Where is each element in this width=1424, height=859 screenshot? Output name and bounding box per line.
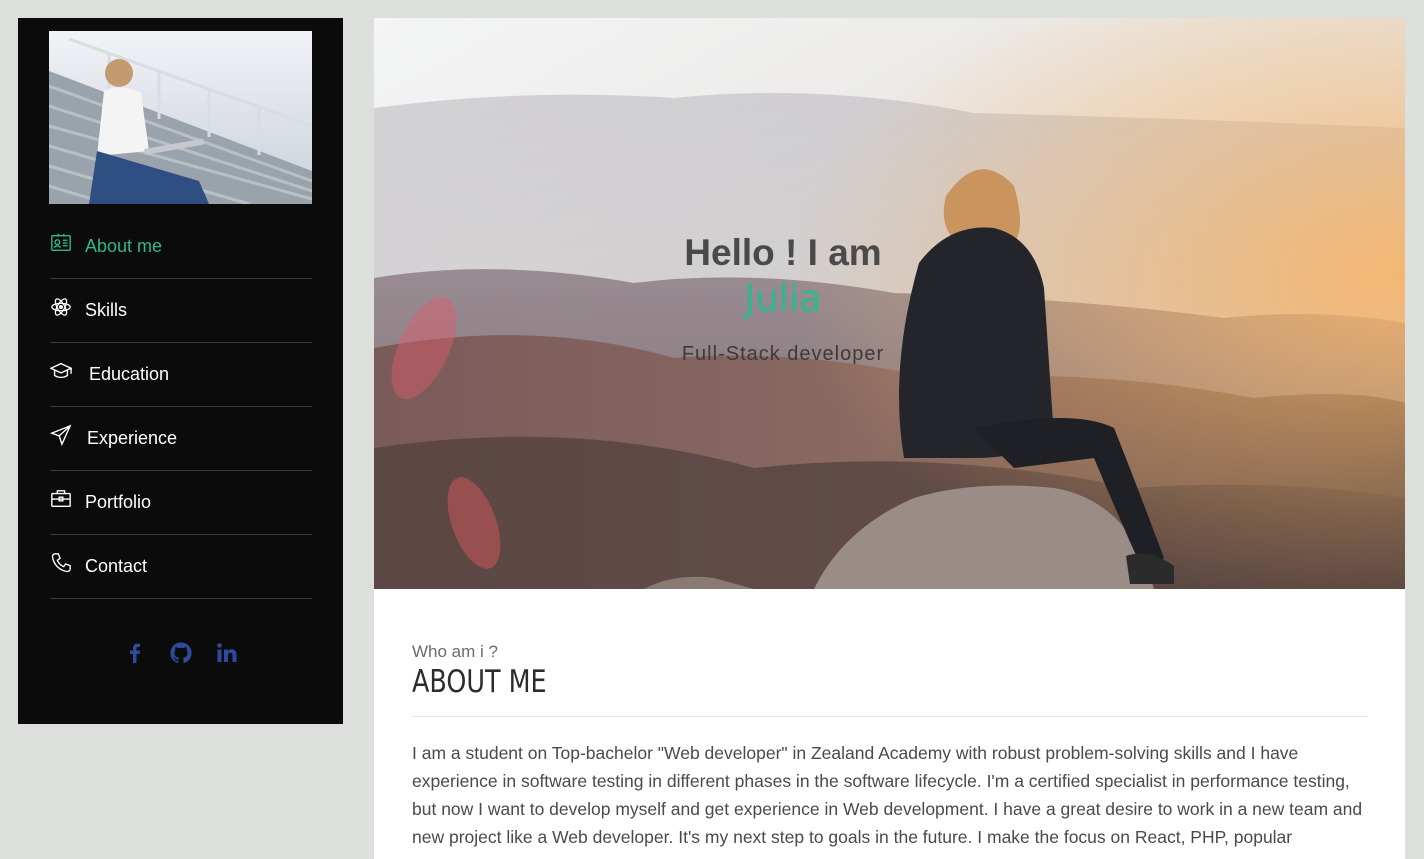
- sidebar-item-label: Experience: [87, 428, 178, 448]
- sidebar-item-experience[interactable]: Experience: [50, 407, 312, 471]
- sidebar-item-contact[interactable]: Contact: [50, 535, 312, 599]
- sidebar-item-label: Portfolio: [85, 492, 152, 512]
- sidebar-item-about-me[interactable]: About me: [50, 215, 312, 279]
- contact-card-icon: [50, 232, 72, 254]
- briefcase-icon: [50, 488, 72, 510]
- sidebar-item-label: Skills: [85, 300, 128, 320]
- main-content: Hello ! I am Julia Full-Stack developer …: [374, 18, 1405, 859]
- graduation-cap-icon: [50, 360, 72, 382]
- paper-plane-icon: [50, 424, 72, 446]
- about-title: ABOUT ME: [412, 664, 547, 700]
- about-subtitle: Who am i ?: [412, 642, 498, 661]
- sidebar-item-education[interactable]: Education: [50, 343, 312, 407]
- linkedin-icon[interactable]: [215, 640, 239, 666]
- sidebar-nav: About me Skills Education Experience Por…: [50, 215, 312, 599]
- facebook-icon[interactable]: [123, 640, 147, 666]
- github-icon[interactable]: [169, 640, 193, 666]
- sidebar-item-skills[interactable]: Skills: [50, 279, 312, 343]
- divider: [412, 716, 1368, 717]
- hero-name: Julia: [744, 277, 822, 320]
- sidebar-item-label: Education: [89, 364, 170, 384]
- about-text: I am a student on Top-bachelor "Web deve…: [412, 743, 1363, 847]
- sidebar-item-label: Contact: [85, 556, 148, 576]
- sidebar-item-portfolio[interactable]: Portfolio: [50, 471, 312, 535]
- social-links: [18, 640, 343, 666]
- about-section: Who am i ? ABOUT ME I am a student on To…: [412, 642, 1368, 851]
- sidebar-item-label: About me: [85, 236, 163, 256]
- page: About me Skills Education Experience Por…: [0, 0, 1424, 859]
- hero-text: Hello ! I am Julia Full-Stack developer: [639, 231, 927, 366]
- hero-greeting: Hello ! I am: [684, 232, 882, 273]
- phone-icon: [50, 552, 72, 574]
- hero-banner: Hello ! I am Julia Full-Stack developer: [374, 18, 1405, 589]
- profile-photo: [49, 31, 312, 204]
- atom-icon: [50, 296, 72, 318]
- sidebar: About me Skills Education Experience Por…: [18, 18, 343, 724]
- hero-role: Full-Stack developer: [681, 343, 885, 365]
